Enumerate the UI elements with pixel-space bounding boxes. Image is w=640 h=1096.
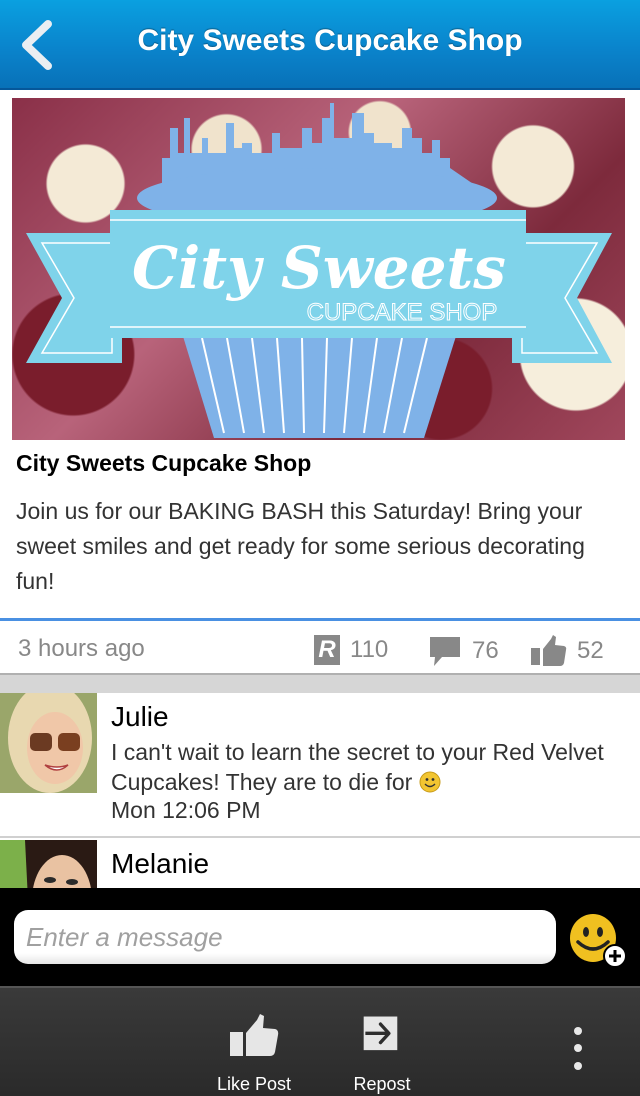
post-author[interactable]: City Sweets Cupcake Shop bbox=[16, 450, 311, 477]
repost-count-value: 110 bbox=[350, 636, 389, 663]
message-composer bbox=[0, 888, 640, 986]
comment-count[interactable]: 76 bbox=[428, 635, 499, 667]
comment-item[interactable]: Melanie bbox=[0, 840, 640, 888]
page-title: City Sweets Cupcake Shop bbox=[137, 24, 523, 57]
comment-text: I can't wait to learn the secret to your… bbox=[111, 737, 621, 797]
more-vertical-icon-dot bbox=[574, 1027, 582, 1035]
more-options-button[interactable] bbox=[562, 1008, 594, 1078]
like-post-button[interactable]: Like Post bbox=[194, 988, 314, 1096]
thumbs-up-icon bbox=[230, 1014, 279, 1056]
nav-header: City Sweets Cupcake Shop bbox=[0, 0, 640, 90]
repost-arrow-icon bbox=[363, 1016, 398, 1051]
repost-r-icon: R bbox=[314, 635, 340, 665]
comment-timestamp: Mon 12:06 PM bbox=[111, 797, 261, 823]
comment-item[interactable]: Julie I can't wait to learn the secret t… bbox=[0, 693, 640, 838]
logo-title: City Sweets bbox=[132, 234, 506, 302]
like-post-label: Like Post bbox=[216, 1074, 292, 1094]
post-meta-row: 3 hours ago R 110 76 52 bbox=[0, 621, 640, 673]
ribbon-right bbox=[512, 233, 612, 363]
like-count-value: 52 bbox=[577, 637, 604, 664]
repost-count[interactable]: R 110 bbox=[314, 635, 388, 665]
section-separator bbox=[0, 673, 640, 693]
bottom-toolbar: Like Post Repost bbox=[0, 986, 640, 1096]
repost-button[interactable]: Repost bbox=[322, 988, 442, 1096]
comment-count-value: 76 bbox=[472, 637, 499, 664]
more-vertical-icon-dot bbox=[574, 1044, 582, 1052]
comment-bubble-icon bbox=[430, 637, 460, 666]
comment-author[interactable]: Julie bbox=[111, 701, 169, 733]
comment-text-content: I can't wait to learn the secret to your… bbox=[111, 739, 604, 795]
add-emoji-icon bbox=[570, 914, 627, 968]
post-timestamp: 3 hours ago bbox=[18, 635, 145, 662]
avatar[interactable] bbox=[0, 840, 97, 888]
repost-label: Repost bbox=[353, 1074, 411, 1094]
comment-author[interactable]: Melanie bbox=[111, 848, 209, 880]
post-body: Join us for our BAKING BASH this Saturda… bbox=[16, 498, 585, 594]
add-emoji-button[interactable] bbox=[568, 912, 630, 970]
message-input[interactable] bbox=[14, 910, 556, 964]
more-vertical-icon-dot bbox=[574, 1062, 582, 1070]
shop-logo: City Sweets CUPCAKE SHOP bbox=[26, 103, 612, 438]
post-banner-image[interactable]: City Sweets CUPCAKE SHOP bbox=[12, 98, 625, 440]
logo-subtitle: CUPCAKE SHOP bbox=[307, 299, 498, 326]
smiley-icon bbox=[419, 771, 441, 793]
thumbs-up-icon bbox=[531, 635, 567, 666]
like-count[interactable]: 52 bbox=[531, 635, 604, 667]
avatar[interactable] bbox=[0, 693, 97, 793]
